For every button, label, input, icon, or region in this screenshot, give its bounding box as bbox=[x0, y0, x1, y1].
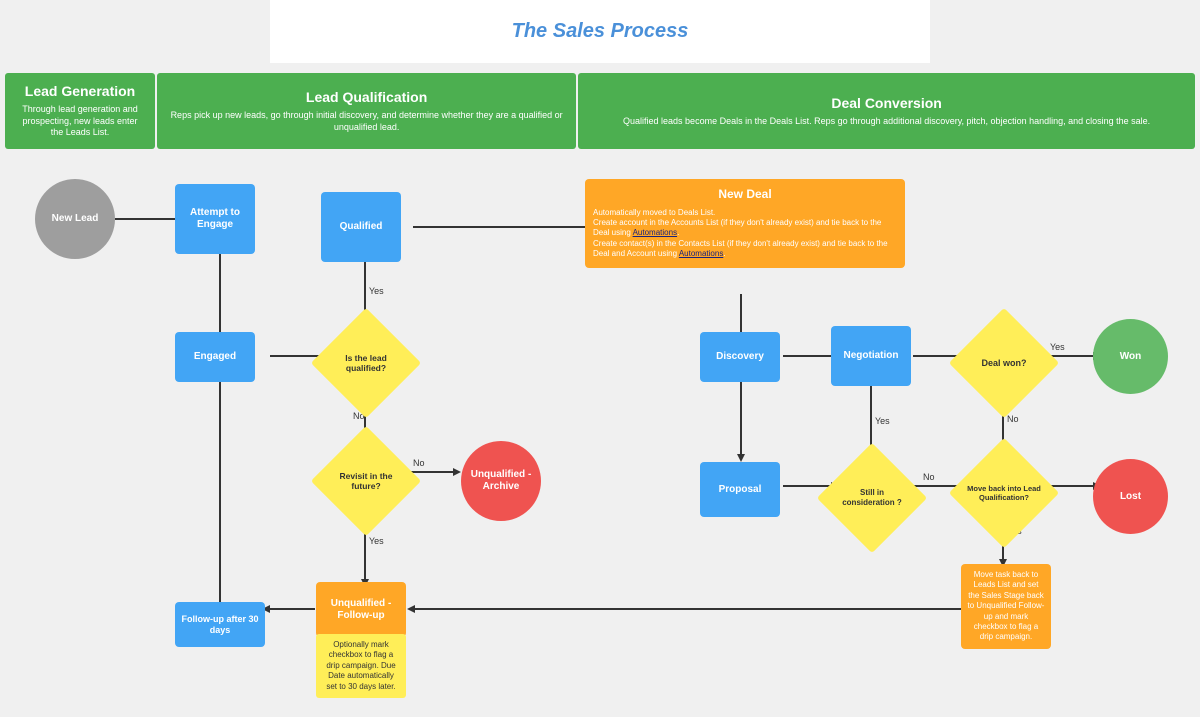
node-unqualified-followup: Unqualified - Follow-up bbox=[316, 582, 406, 637]
flowchart: Yes No No Yes bbox=[5, 164, 1195, 684]
svg-text:No: No bbox=[1007, 414, 1019, 424]
node-lost: Lost bbox=[1093, 459, 1168, 534]
title-area: The Sales Process bbox=[270, 0, 930, 63]
proposal-label: Proposal bbox=[719, 484, 762, 496]
phase-deal-conv-title: Deal Conversion bbox=[590, 95, 1183, 111]
node-new-lead: New Lead bbox=[35, 179, 115, 259]
qualified-label: Qualified bbox=[340, 221, 383, 233]
phase-deal-conv: Deal Conversion Qualified leads become D… bbox=[578, 73, 1195, 149]
node-still-consideration: Still in consideration ? bbox=[833, 459, 911, 537]
svg-text:No: No bbox=[923, 472, 935, 482]
phase-lead-gen-title: Lead Generation bbox=[17, 83, 143, 99]
move-back-qual-label: Move back into Lead Qualification? bbox=[965, 484, 1043, 502]
phase-lead-qual: Lead Qualification Reps pick up new lead… bbox=[157, 73, 576, 149]
node-won: Won bbox=[1093, 319, 1168, 394]
followup-note-text: Optionally mark checkbox to flag a drip … bbox=[326, 640, 395, 691]
won-label: Won bbox=[1120, 351, 1141, 363]
unqualified-followup-label: Unqualified - Follow-up bbox=[331, 598, 392, 622]
phase-lead-qual-desc: Reps pick up new leads, go through initi… bbox=[169, 110, 564, 133]
deal-won-label: Deal won? bbox=[981, 358, 1026, 368]
lost-label: Lost bbox=[1120, 491, 1141, 503]
new-deal-link2[interactable]: Automations bbox=[679, 249, 723, 258]
node-qualified: Qualified bbox=[321, 192, 401, 262]
attempt-engage-label: Attempt to Engage bbox=[190, 207, 240, 231]
phase-lead-gen: Lead Generation Through lead generation … bbox=[5, 73, 155, 149]
discovery-label: Discovery bbox=[716, 351, 764, 363]
new-deal-link1[interactable]: Automations bbox=[633, 228, 677, 237]
new-lead-label: New Lead bbox=[52, 213, 99, 225]
node-discovery: Discovery bbox=[700, 332, 780, 382]
svg-text:Yes: Yes bbox=[369, 286, 384, 296]
node-negotiation: Negotiation bbox=[831, 326, 911, 386]
node-attempt-engage: Attempt to Engage bbox=[175, 184, 255, 254]
new-deal-title: New Deal bbox=[593, 187, 897, 203]
page-title: The Sales Process bbox=[512, 20, 689, 42]
page-wrapper: The Sales Process Lead Generation Throug… bbox=[0, 0, 1200, 717]
svg-text:No: No bbox=[413, 458, 425, 468]
svg-text:Yes: Yes bbox=[875, 416, 890, 426]
phase-deal-conv-desc: Qualified leads become Deals in the Deal… bbox=[590, 116, 1183, 128]
new-deal-desc: Automatically moved to Deals List. Creat… bbox=[593, 208, 897, 260]
node-move-back-note: Move task back to Leads List and set the… bbox=[961, 564, 1051, 649]
node-new-deal: New Deal Automatically moved to Deals Li… bbox=[585, 179, 905, 268]
node-followup-note: Optionally mark checkbox to flag a drip … bbox=[316, 634, 406, 698]
unqualified-archive-label: Unqualified - Archive bbox=[471, 469, 532, 493]
node-proposal: Proposal bbox=[700, 462, 780, 517]
engaged-label: Engaged bbox=[194, 351, 236, 363]
svg-text:Yes: Yes bbox=[369, 536, 384, 546]
node-unqualified-archive: Unqualified - Archive bbox=[461, 441, 541, 521]
is-qualified-label: Is the lead qualified? bbox=[327, 353, 405, 373]
node-followup-30: Follow-up after 30 days bbox=[175, 602, 265, 647]
node-move-back-qual: Move back into Lead Qualification? bbox=[965, 454, 1043, 532]
node-is-qualified: Is the lead qualified? bbox=[327, 324, 405, 402]
node-revisit: Revisit in the future? bbox=[327, 442, 405, 520]
move-back-note-text: Move task back to Leads List and set the… bbox=[968, 570, 1045, 641]
negotiation-label: Negotiation bbox=[844, 350, 899, 362]
still-consideration-label: Still in consideration ? bbox=[833, 488, 911, 507]
phase-lead-gen-desc: Through lead generation and prospecting,… bbox=[17, 104, 143, 139]
revisit-label: Revisit in the future? bbox=[327, 471, 405, 491]
svg-text:Yes: Yes bbox=[1050, 342, 1065, 352]
followup-30-label: Follow-up after 30 days bbox=[175, 614, 265, 636]
node-deal-won: Deal won? bbox=[965, 324, 1043, 402]
phase-lead-qual-title: Lead Qualification bbox=[169, 89, 564, 105]
phase-headers: Lead Generation Through lead generation … bbox=[0, 73, 1200, 149]
node-engaged: Engaged bbox=[175, 332, 255, 382]
